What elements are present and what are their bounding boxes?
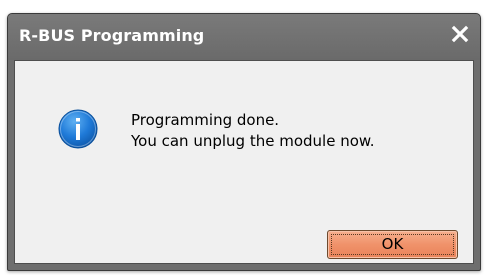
title-bar[interactable]: R-BUS Programming xyxy=(8,14,480,60)
window-title: R-BUS Programming xyxy=(19,26,205,45)
close-icon xyxy=(451,25,469,43)
message-line-2: You can unplug the module now. xyxy=(131,132,375,150)
dialog-window: R-BUS Programming Programming done. You … xyxy=(7,13,481,271)
message-line-1: Programming done. xyxy=(131,111,280,129)
info-icon xyxy=(58,109,98,149)
message-text: Programming done. You can unplug the mod… xyxy=(131,110,375,152)
ok-button[interactable]: OK xyxy=(327,230,458,259)
dialog-body: Programming done. You can unplug the mod… xyxy=(14,60,474,264)
close-button[interactable] xyxy=(448,22,472,46)
ok-button-label: OK xyxy=(381,235,404,253)
